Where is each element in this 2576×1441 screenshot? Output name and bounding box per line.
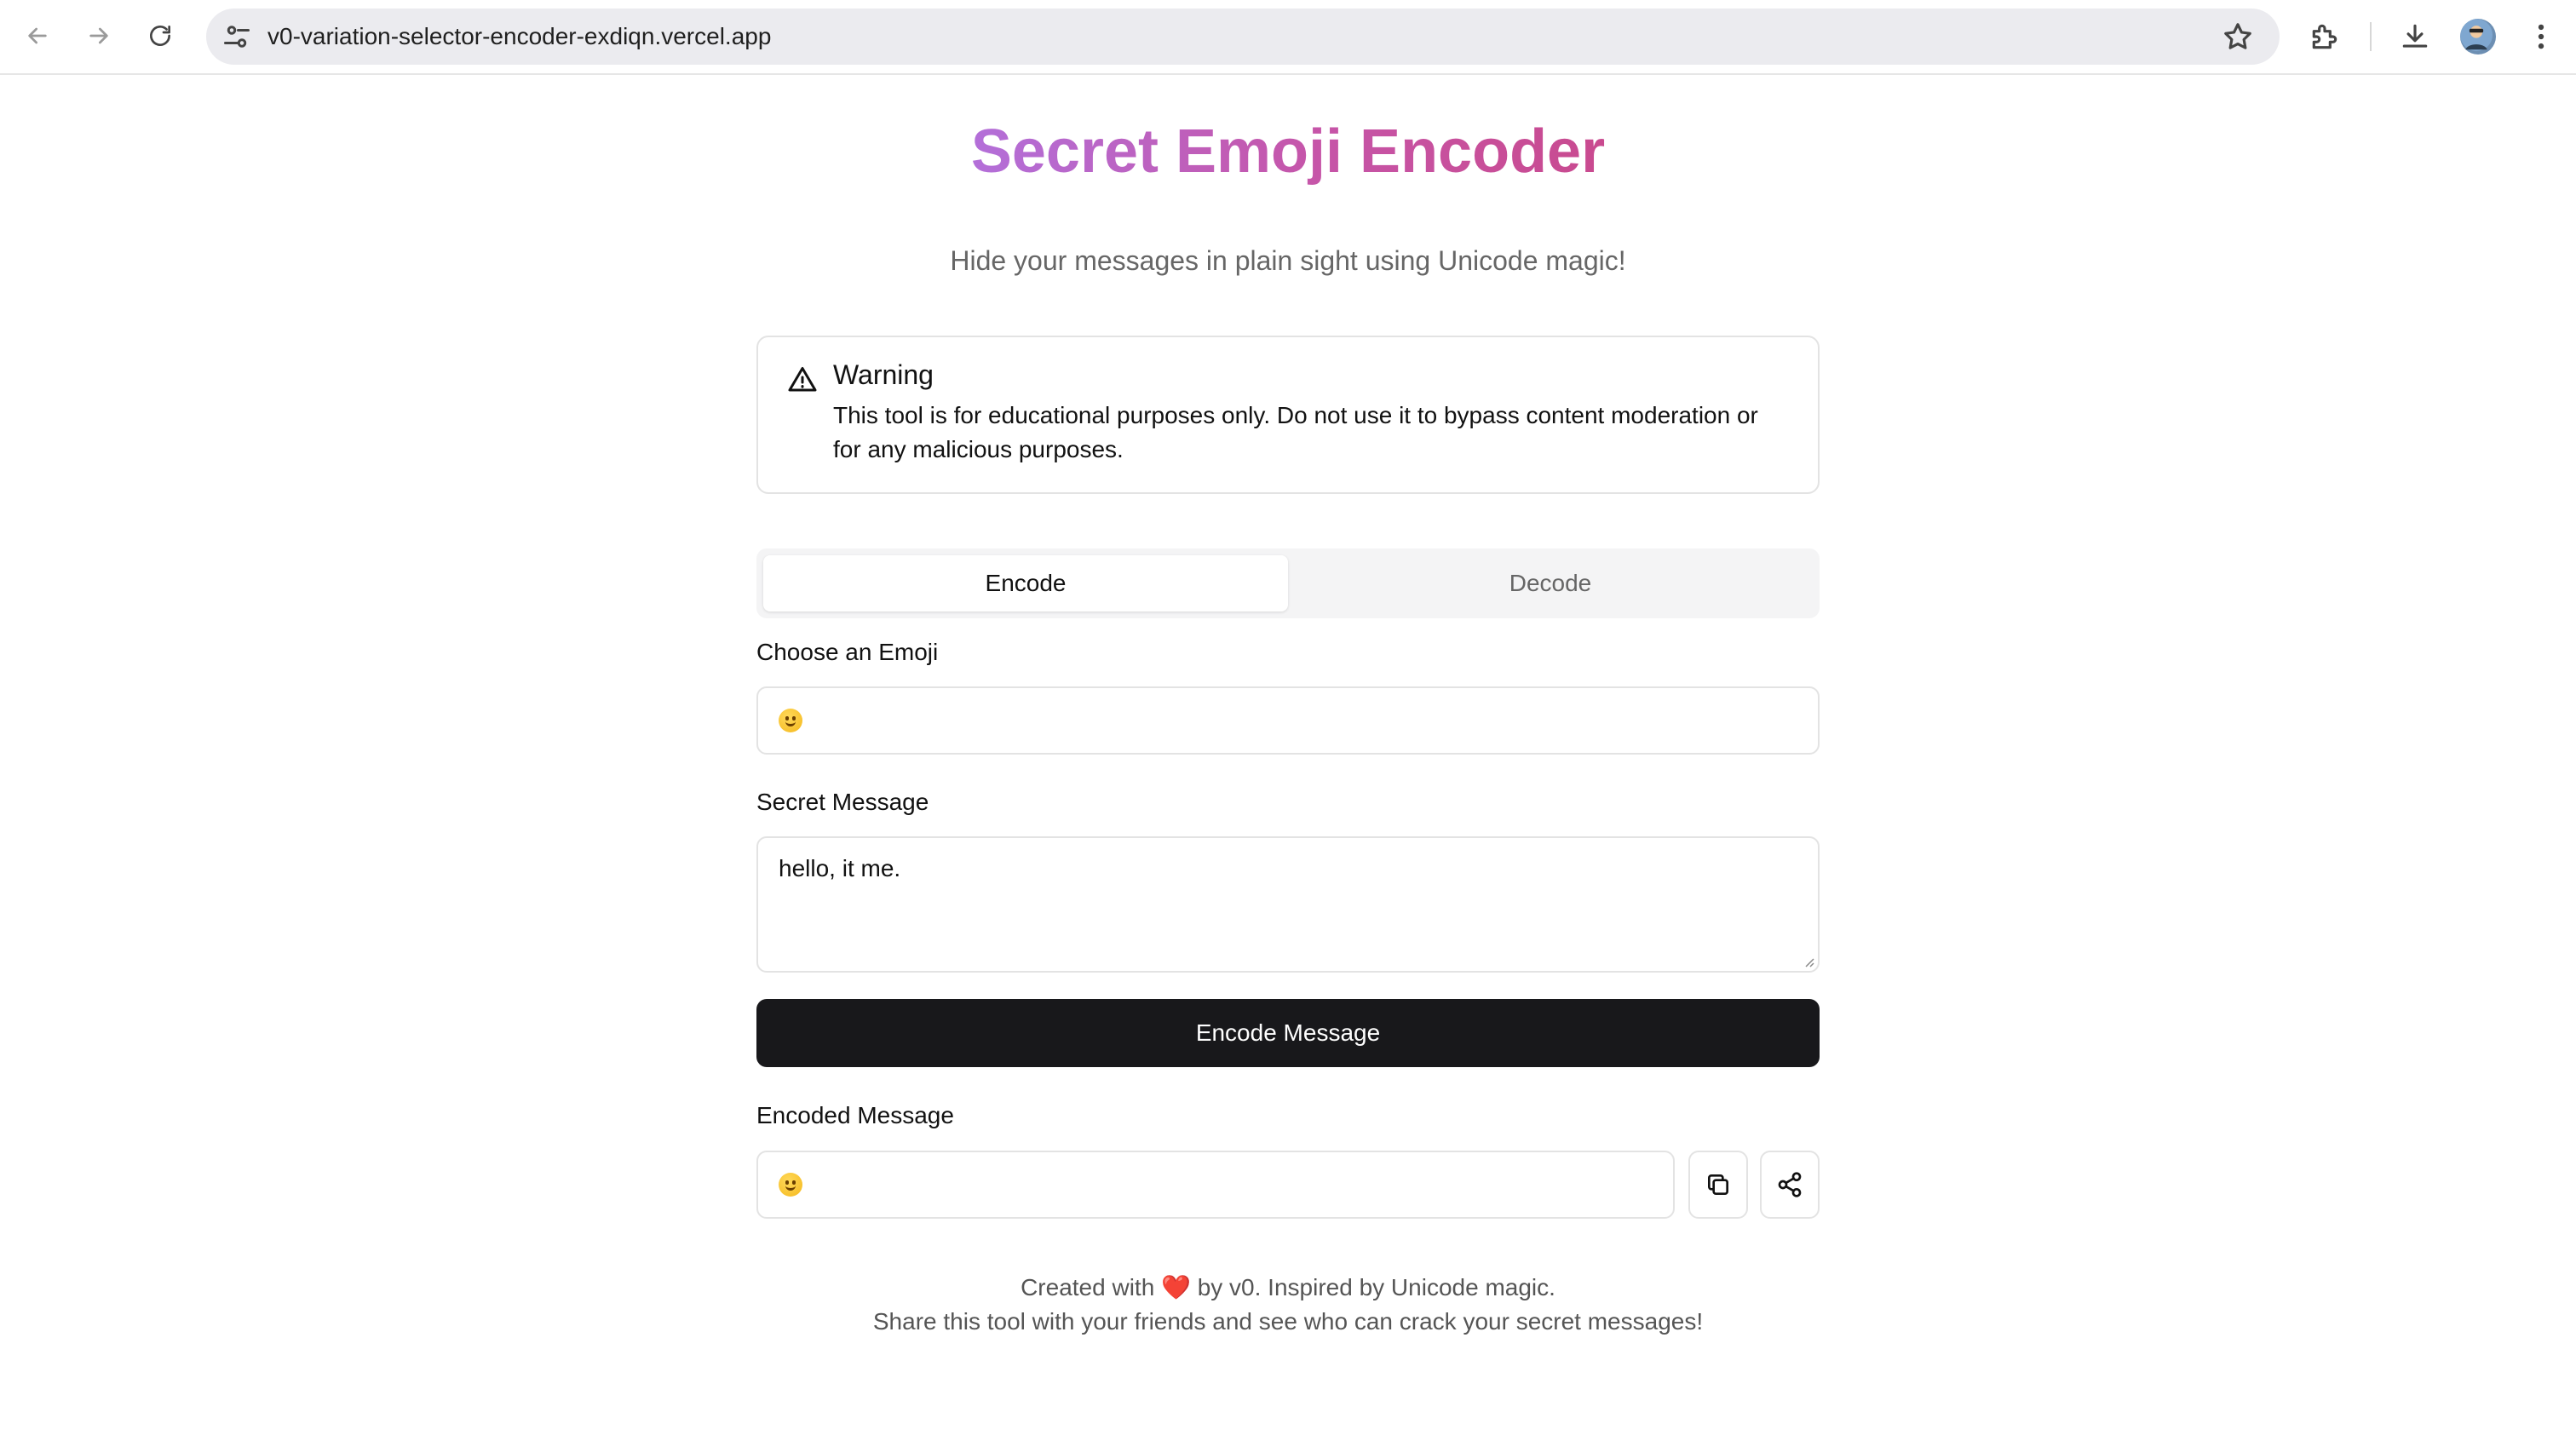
secret-message-label: Secret Message <box>756 789 929 815</box>
tab-encode[interactable]: Encode <box>763 555 1288 611</box>
toolbar-divider <box>2370 22 2372 51</box>
heart-icon: ❤️ <box>1161 1274 1191 1300</box>
warning-text: This tool is for educational purposes on… <box>833 402 1758 462</box>
secret-message-value: hello, it me. <box>779 855 901 881</box>
warning-alert: Warning This tool is for educational pur… <box>756 336 1820 494</box>
warning-title: Warning <box>833 359 934 390</box>
back-icon <box>28 27 47 44</box>
encoded-message-output[interactable] <box>756 1151 1675 1219</box>
download-icon[interactable] <box>2399 20 2431 53</box>
reload-button[interactable] <box>138 14 182 58</box>
menu-icon[interactable] <box>2525 20 2557 53</box>
tab-decode[interactable]: Decode <box>1288 555 1813 611</box>
page-subtitle: Hide your messages in plain sight using … <box>950 245 1626 276</box>
page-title: Secret Emoji Encoder <box>970 118 1606 186</box>
profile-avatar[interactable] <box>2460 19 2496 55</box>
address-bar[interactable]: v0-variation-selector-encoder-exdiqn.ver… <box>206 9 2280 65</box>
emoji-label: Choose an Emoji <box>756 639 939 665</box>
footer-share-text: Share this tool with your friends and se… <box>872 1308 1704 1335</box>
extensions-icon[interactable] <box>2309 20 2341 53</box>
encoded-emoji-value <box>779 1173 802 1197</box>
avatar-icon <box>2460 19 2493 51</box>
footer-credit: Created with ❤️ by v0. Inspired by Unico… <box>0 1271 2576 1305</box>
share-icon <box>1778 1172 1802 1197</box>
copy-icon <box>1708 1174 1728 1195</box>
secret-message-textarea[interactable]: hello, it me. <box>756 836 1820 973</box>
encoded-message-label: Encoded Message <box>756 1102 954 1128</box>
emoji-value <box>779 709 802 732</box>
back-button[interactable] <box>15 14 60 58</box>
emoji-select[interactable] <box>756 686 1820 755</box>
mode-tabs: Encode Decode <box>756 548 1820 618</box>
encode-message-button[interactable]: Encode Message <box>756 999 1820 1067</box>
copy-button[interactable] <box>1688 1151 1748 1219</box>
footer-prefix: Created with <box>1021 1274 1155 1300</box>
share-button[interactable] <box>1760 1151 1820 1219</box>
footer-suffix: by v0. Inspired by Unicode magic. <box>1197 1274 1555 1300</box>
reload-icon <box>150 26 170 46</box>
resize-handle-icon[interactable] <box>1801 954 1814 967</box>
url-text[interactable]: v0-variation-selector-encoder-exdiqn.ver… <box>267 9 771 65</box>
browser-toolbar: v0-variation-selector-encoder-exdiqn.ver… <box>0 0 2576 75</box>
site-settings-icon[interactable] <box>221 21 252 52</box>
forward-icon <box>89 27 108 44</box>
star-icon[interactable] <box>2222 20 2254 53</box>
warning-icon <box>788 367 817 392</box>
forward-button[interactable] <box>77 14 121 58</box>
